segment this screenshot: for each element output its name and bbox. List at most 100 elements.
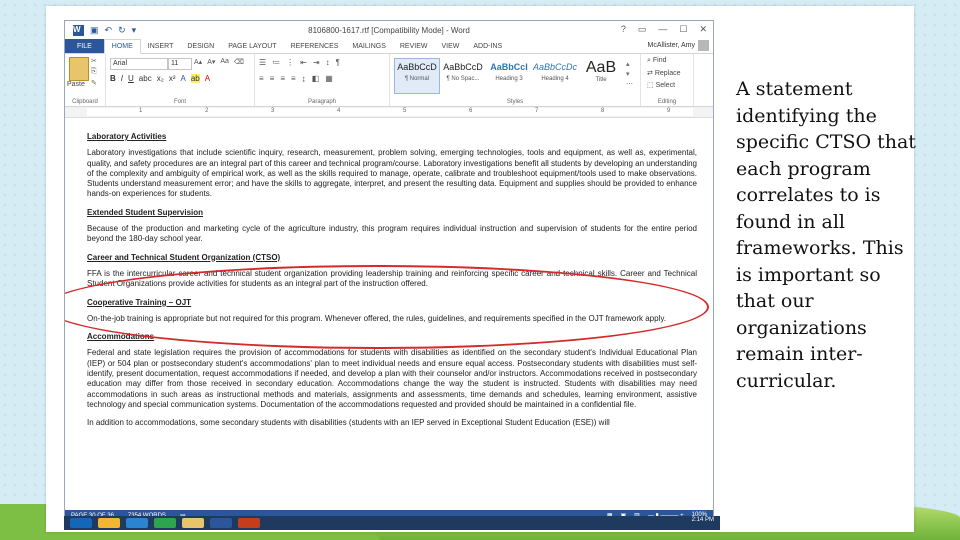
align-left-icon[interactable]: ≡ [259,74,264,83]
tab-add-ins[interactable]: ADD-INS [466,39,509,53]
style-normal[interactable]: AaBbCcD ¶ Normal [394,58,440,94]
tab-mailings[interactable]: MAILINGS [345,39,392,53]
cut-icon[interactable]: ✂ [91,57,97,65]
shading-icon[interactable]: ◧ [312,74,320,83]
grow-font-icon[interactable]: A▴ [194,58,202,66]
bold-icon[interactable]: B [110,74,116,83]
taskbar: 2:14 PM [64,516,720,530]
help-icon[interactable]: ? [621,24,626,35]
customize-icon[interactable]: ▾ [132,25,137,36]
clipboard-group-label: Clipboard [72,99,98,105]
font-name-box[interactable]: Arial [110,58,168,70]
editing-group-label: Editing [657,99,677,105]
font-group: Arial 11 A▴ A▾ Aa ⌫ B I U abc x₂ x² A ab [106,54,255,106]
pilcrow-icon[interactable]: ¶ [336,58,340,67]
word-taskbar-icon[interactable] [210,518,232,528]
format-painter-icon[interactable]: ✎ [91,79,97,87]
sort-icon[interactable]: ↕ [326,58,330,67]
tab-references[interactable]: REFERENCES [284,39,346,53]
undo-icon[interactable]: ↶ [105,25,113,36]
underline-icon[interactable]: U [128,74,134,83]
paste-button-label[interactable]: Paste [67,81,85,88]
ruler[interactable]: 1 2 3 4 5 6 7 8 9 [65,107,713,118]
justify-icon[interactable]: ≡ [291,74,296,83]
numbering-icon[interactable]: ≔ [272,58,280,67]
ribbon-display-icon[interactable]: ▭ [638,24,647,35]
minimize-icon[interactable]: — [658,24,667,35]
user-account[interactable]: McAllister, Amy [648,40,709,51]
section-heading: Cooperative Training – OJT [87,297,192,307]
select-button[interactable]: ⬚ Select [647,81,675,89]
redo-icon[interactable]: ↻ [118,25,126,36]
tab-page-layout[interactable]: PAGE LAYOUT [221,39,283,53]
close-icon[interactable]: ✕ [699,24,707,35]
change-case-icon[interactable]: Aa [220,58,229,66]
save-icon[interactable]: ▣ [90,25,99,36]
copy-icon[interactable]: ⎘ [91,68,97,76]
bullets-icon[interactable]: ☰ [259,58,266,67]
paragraph-group: ☰ ≔ ⋮ ⇤ ⇥ ↕ ¶ ≡ ≡ ≡ ≡ ↨ ◧ ▦ Paragraph [255,54,390,106]
browser-icon[interactable] [126,518,148,528]
align-right-icon[interactable]: ≡ [280,74,285,83]
styles-scroll-icon[interactable]: ▴ ▾ ⋯ [626,60,633,90]
tab-insert[interactable]: INSERT [141,39,181,53]
style-heading-3[interactable]: AaBbCcI Heading 3 [486,58,532,94]
highlight-icon[interactable]: ab [190,74,200,83]
tab-design[interactable]: DESIGN [180,39,221,53]
style-no-spacing[interactable]: AaBbCcD ¶ No Spac... [440,58,486,94]
strikethrough-icon[interactable]: abc [139,74,152,83]
subscript-icon[interactable]: x₂ [157,74,164,83]
section-heading: Accommodations [87,332,155,342]
maximize-icon[interactable]: ☐ [679,24,687,35]
font-size-box[interactable]: 11 [168,58,192,70]
ruler-mark: 7 [535,108,539,114]
paste-icon[interactable] [69,57,89,81]
slide-caption: A statement identifying the specific CTS… [736,78,916,392]
explorer-icon[interactable] [98,518,120,528]
window-controls: ? ▭ — ☐ ✕ [621,24,707,35]
italic-icon[interactable]: I [121,74,123,83]
slide-card: W ▣ ↶ ↻ ▾ 8106800-1617.rtf [Compatibilit… [46,6,916,532]
ruler-mark: 3 [271,108,275,114]
line-spacing-icon[interactable]: ↨ [302,74,306,83]
styles-group: AaBbCcD ¶ Normal AaBbCcD ¶ No Spac... Aa… [390,54,641,106]
replace-icon: ⇄ [647,70,655,77]
avatar [698,40,709,51]
replace-button[interactable]: ⇄ Replace [647,69,681,77]
style-heading-4[interactable]: AaBbCcDc Heading 4 [532,58,578,94]
ribbon-tabs: FILE HOME INSERT DESIGN PAGE LAYOUT REFE… [65,39,713,54]
superscript-icon[interactable]: x² [169,74,176,83]
section-heading: Career and Technical Student Organizatio… [87,252,281,262]
ruler-mark: 1 [139,108,143,114]
tab-view[interactable]: VIEW [434,39,466,53]
app-icon[interactable] [154,518,176,528]
document-area[interactable]: Laboratory Activities Laboratory investi… [65,129,713,510]
powerpoint-taskbar-icon[interactable] [238,518,260,528]
decrease-indent-icon[interactable]: ⇤ [300,58,307,67]
find-button[interactable]: ⌕ Find [647,57,667,65]
style-title[interactable]: AaB Title [578,58,624,94]
multilevel-icon[interactable]: ⋮ [286,58,294,67]
borders-icon[interactable]: ▦ [325,74,333,83]
tab-file[interactable]: FILE [65,39,104,53]
font-group-label: Font [173,99,186,105]
increase-indent-icon[interactable]: ⇥ [313,58,320,67]
tab-review[interactable]: REVIEW [393,39,435,53]
clear-format-icon[interactable]: ⌫ [234,58,244,66]
start-icon[interactable] [70,518,92,528]
shrink-font-icon[interactable]: A▾ [207,58,215,66]
section-body: In addition to accommodations, some seco… [87,418,610,428]
font-color-icon[interactable]: A [205,74,210,83]
paragraph-group-label: Paragraph [307,99,337,105]
text-effects-icon[interactable]: A [180,74,185,83]
quick-access-toolbar: W ▣ ↶ ↻ ▾ [65,24,137,36]
tab-home[interactable]: HOME [103,39,141,54]
word-window: W ▣ ↶ ↻ ▾ 8106800-1617.rtf [Compatibilit… [64,20,714,523]
clock: 2:14 PM [691,517,714,523]
folder-icon[interactable] [182,518,204,528]
document-page: Laboratory Activities Laboratory investi… [65,129,709,437]
align-center-icon[interactable]: ≡ [270,74,275,83]
select-icon: ⬚ [647,82,656,89]
word-logo-icon: W [73,24,84,36]
ruler-mark: 6 [469,108,473,114]
